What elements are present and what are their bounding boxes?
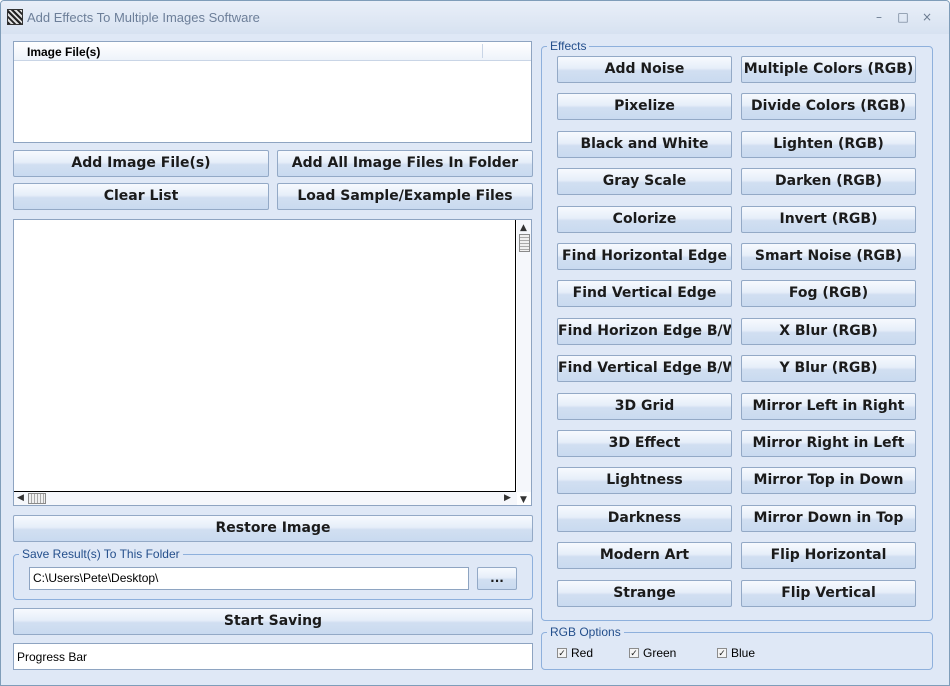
effect-right-button-13[interactable]: Flip Horizontal [741,542,916,569]
title-bar: Add Effects To Multiple Images Software … [1,1,949,34]
scroll-left-icon[interactable]: ◀ [17,493,24,503]
rgb-options-group-label: RGB Options [547,625,624,639]
app-icon [7,9,23,25]
column-header-image-files[interactable]: Image File(s) [27,45,100,59]
effect-left-button-14[interactable]: Strange [557,580,732,607]
effect-right-button-11[interactable]: Mirror Top in Down [741,467,916,494]
red-check-icon[interactable]: ✓ [557,647,567,658]
vertical-scroll-thumb[interactable] [519,234,530,252]
red-checkbox-label: Red [571,645,594,660]
maximize-button[interactable]: □ [892,7,914,27]
effect-left-button-8[interactable]: Find Vertical Edge B/W [557,355,732,382]
browse-folder-button[interactable]: ... [477,567,517,590]
list-header: Image File(s) [14,42,531,61]
window-title: Add Effects To Multiple Images Software [27,10,260,25]
effect-right-button-0[interactable]: Multiple Colors (RGB) [741,56,916,83]
blue-check-icon[interactable]: ✓ [717,647,727,658]
effect-right-button-8[interactable]: Y Blur (RGB) [741,355,916,382]
effect-right-button-12[interactable]: Mirror Down in Top [741,505,916,532]
effect-left-button-5[interactable]: Find Horizontal Edge [557,243,732,270]
add-image-files-button[interactable]: Add Image File(s) [13,150,269,177]
effect-left-button-2[interactable]: Black and White [557,131,732,158]
add-folder-button[interactable]: Add All Image Files In Folder [277,150,533,177]
clear-list-button[interactable]: Clear List [13,183,269,210]
effect-left-button-0[interactable]: Add Noise [557,56,732,83]
effect-right-button-5[interactable]: Smart Noise (RGB) [741,243,916,270]
effect-right-button-1[interactable]: Divide Colors (RGB) [741,93,916,120]
effect-left-button-1[interactable]: Pixelize [557,93,732,120]
green-checkbox-label: Green [643,645,677,660]
progress-bar-label: Progress Bar [17,650,88,664]
scroll-down-icon[interactable]: ▼ [520,495,527,505]
progress-bar: Progress Bar [13,643,533,670]
effect-left-button-11[interactable]: Lightness [557,467,732,494]
effect-left-button-6[interactable]: Find Vertical Edge [557,280,732,307]
close-button[interactable]: × [916,7,938,27]
horizontal-scrollbar[interactable]: ◀ ▶ [14,492,517,505]
effect-right-button-14[interactable]: Flip Vertical [741,580,916,607]
save-folder-path-field[interactable]: C:\Users\Pete\Desktop\ [29,567,469,590]
scroll-up-icon[interactable]: ▲ [520,223,527,233]
effect-left-button-13[interactable]: Modern Art [557,542,732,569]
effect-left-button-12[interactable]: Darkness [557,505,732,532]
green-check-icon[interactable]: ✓ [629,647,639,658]
start-saving-button[interactable]: Start Saving [13,608,533,635]
effect-right-button-9[interactable]: Mirror Left in Right [741,393,916,420]
restore-image-button[interactable]: Restore Image [13,515,533,542]
red-checkbox[interactable]: ✓ Red [557,645,594,660]
effect-right-button-7[interactable]: X Blur (RGB) [741,318,916,345]
load-samples-button[interactable]: Load Sample/Example Files [277,183,533,210]
minimize-button[interactable]: – [868,7,890,27]
effect-left-button-10[interactable]: 3D Effect [557,430,732,457]
vertical-scrollbar[interactable]: ▲ ▼ [517,220,531,505]
effect-left-button-4[interactable]: Colorize [557,206,732,233]
green-checkbox[interactable]: ✓ Green [629,645,677,660]
horizontal-scroll-thumb[interactable] [28,493,46,504]
effect-right-button-2[interactable]: Lighten (RGB) [741,131,916,158]
app-window: Add Effects To Multiple Images Software … [0,0,950,686]
blue-checkbox[interactable]: ✓ Blue [717,645,756,660]
image-preview: ▲ ▼ ◀ ▶ [13,219,532,506]
effect-left-button-7[interactable]: Find Horizon Edge B/W [557,318,732,345]
effect-right-button-3[interactable]: Darken (RGB) [741,168,916,195]
scroll-right-icon[interactable]: ▶ [504,493,511,503]
blue-checkbox-label: Blue [731,645,756,660]
effects-group-label: Effects [547,39,590,53]
effect-left-button-9[interactable]: 3D Grid [557,393,732,420]
effect-left-button-3[interactable]: Gray Scale [557,168,732,195]
column-separator[interactable] [482,44,483,58]
effect-right-button-10[interactable]: Mirror Right in Left [741,430,916,457]
preview-canvas [14,220,516,492]
save-folder-group-label: Save Result(s) To This Folder [19,547,183,561]
effect-right-button-6[interactable]: Fog (RGB) [741,280,916,307]
image-file-list[interactable]: Image File(s) [13,41,532,143]
effect-right-button-4[interactable]: Invert (RGB) [741,206,916,233]
